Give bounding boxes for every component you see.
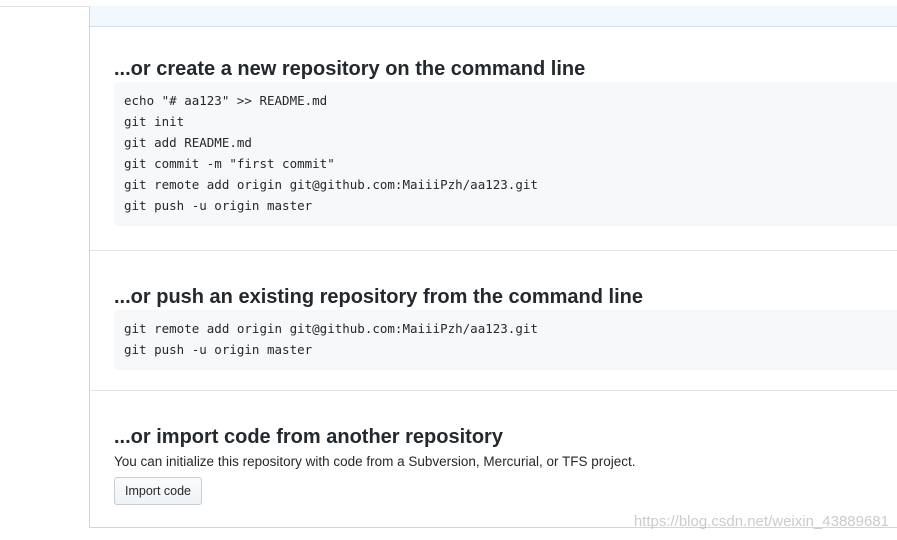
import-code-section: ...or import code from another repositor… — [90, 391, 897, 528]
push-existing-section: ...or push an existing repository from t… — [90, 251, 897, 391]
code-line: git push -u origin master — [124, 342, 313, 357]
repo-setup-panel: ...or create a new repository on the com… — [89, 6, 897, 528]
code-line: git remote add origin git@github.com:Mai… — [124, 177, 538, 192]
watermark-text: https://blog.csdn.net/weixin_43889681 — [633, 513, 889, 530]
code-line: git push -u origin master — [124, 198, 313, 213]
import-code-button[interactable]: Import code — [114, 477, 203, 505]
quick-setup-bar — [90, 6, 897, 27]
create-repo-heading: ...or create a new repository on the com… — [114, 58, 586, 80]
push-existing-heading: ...or push an existing repository from t… — [114, 286, 643, 308]
import-code-description: You can initialize this repository with … — [114, 454, 636, 469]
import-code-heading: ...or import code from another repositor… — [114, 426, 503, 448]
code-line: git init — [124, 114, 185, 129]
code-line: git remote add origin git@github.com:Mai… — [124, 321, 538, 336]
code-line: git commit -m "first commit" — [124, 156, 335, 171]
push-existing-code-block[interactable]: git remote add origin git@github.com:Mai… — [114, 310, 897, 370]
code-line: git add README.md — [124, 135, 252, 150]
code-line: echo "# aa123" >> README.md — [124, 93, 328, 108]
create-repo-code-block[interactable]: echo "# aa123" >> README.md git init git… — [114, 82, 897, 226]
create-repo-section: ...or create a new repository on the com… — [90, 27, 897, 251]
